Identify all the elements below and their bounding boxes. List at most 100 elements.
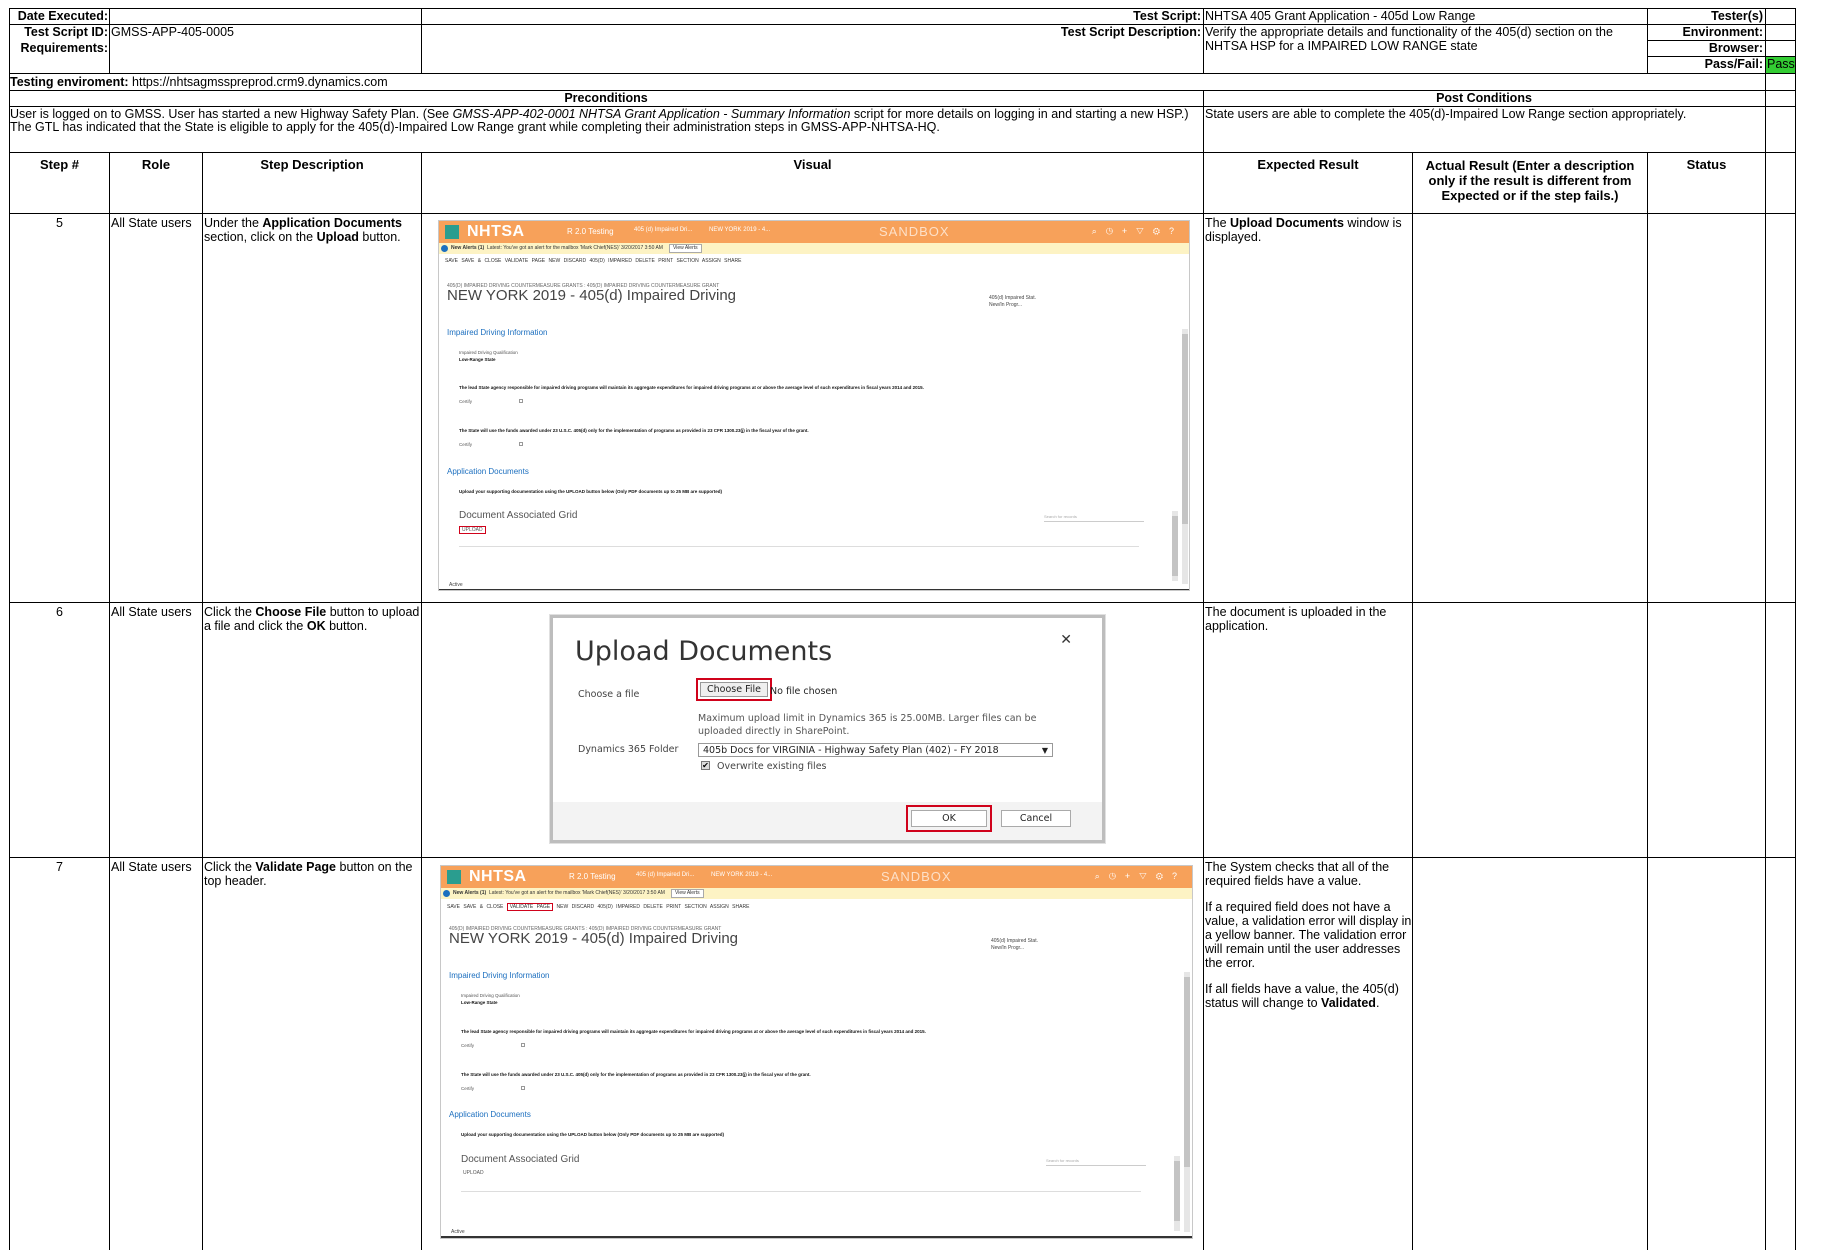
status-side: 405(d) Impaired Stat. New/In Progr...	[991, 938, 1038, 952]
cmd-validate: VALIDATE PAGE	[504, 258, 546, 264]
form-title: NEW YORK 2019 - 405(d) Impaired Driving	[447, 287, 736, 304]
grid-search: Search for records	[1044, 514, 1144, 522]
status-side: 405(d) Impaired Stat. New/In Progr...	[989, 295, 1036, 309]
dropdown-arrow-icon: ▼	[1041, 746, 1048, 755]
col-step-description: Step Description	[260, 158, 364, 172]
command-bar: SAVE SAVE & CLOSE VALIDATE PAGE NEW DISC…	[439, 255, 1189, 267]
choose-file-label: Choose a file	[578, 689, 640, 700]
step-number: 7	[56, 860, 63, 874]
bottom-rule	[441, 1236, 1192, 1238]
step-description: Under the Application Documents section,…	[204, 216, 420, 244]
cmd-share: SHARE	[724, 258, 742, 264]
cmd-print: PRINT SECTION	[658, 258, 699, 264]
exp-text: .	[1375, 996, 1380, 1010]
folder-value: 405b Docs for VIRGINIA - Highway Safety …	[703, 745, 999, 756]
desc-text: Click the	[204, 605, 256, 619]
alert-bar: New Alerts (1) Latest: You've got an ale…	[439, 243, 1189, 254]
grid-title: Document Associated Grid	[461, 1154, 580, 1165]
desc-text: button.	[358, 230, 401, 244]
testing-environment-label: Testing enviroment:	[10, 75, 129, 89]
close-icon: ✕	[1060, 632, 1072, 648]
col-expected-result: Expected Result	[1257, 158, 1359, 172]
nhtsa-logo: NHTSA	[469, 868, 527, 885]
desc-text: Click the	[204, 860, 256, 874]
folder-select: 405b Docs for VIRGINIA - Highway Safety …	[698, 743, 1053, 757]
upload-note: Upload your supporting documentation usi…	[459, 489, 722, 494]
bottom-rule	[439, 589, 1189, 590]
cmd-save-close: SAVE & CLOSE	[461, 258, 502, 264]
testing-environment: Testing enviroment: https://nhtsagmsspre…	[10, 75, 1200, 89]
crm-form-screenshot-validate: NHTSA R 2.0 Testing 405 (d) Impaired Dri…	[440, 865, 1193, 1239]
certify-checkbox	[519, 399, 523, 403]
grid-line	[459, 546, 1139, 547]
step-description: Click the Choose File button to upload a…	[204, 605, 420, 633]
desc-text: Under the	[204, 216, 263, 230]
certify-label: Certify	[461, 1086, 475, 1091]
toolbar-icons: ⌕◷+▽⚙?	[1094, 871, 1186, 881]
alert-text: Latest: You've got an alert for the mail…	[486, 245, 663, 251]
crm-top-bar: NHTSA R 2.0 Testing 405 (d) Impaired Dri…	[439, 221, 1189, 243]
statement-1: The lead State agency responsible for im…	[461, 1029, 926, 1034]
test-script-description-value: Verify the appropriate details and funct…	[1205, 25, 1613, 53]
overwrite-checkbox: ✔	[701, 761, 710, 770]
statement-2: The State will use the funds awarded und…	[461, 1072, 811, 1077]
certify-label: Certify	[461, 1043, 475, 1048]
info-icon	[443, 890, 450, 897]
side-value: New/In Progr...	[991, 945, 1025, 951]
side-label: 405(d) Impaired Stat.	[991, 938, 1038, 944]
status-active: Active	[449, 582, 463, 588]
app-grid-icon	[445, 225, 459, 239]
cmd-new: NEW	[548, 258, 561, 264]
desc-text: button.	[325, 619, 368, 633]
cmd-save: SAVE	[447, 904, 460, 910]
test-script-value: NHTSA 405 Grant Application - 405d Low R…	[1205, 9, 1476, 23]
ok-button: OK	[911, 810, 987, 827]
step-number: 6	[56, 605, 63, 619]
post-condition-text: State users are able to complete the 405…	[1205, 108, 1687, 121]
certify-label: Certify	[459, 442, 473, 447]
alert-label: New Alerts (1)	[453, 890, 487, 896]
qualification-value: Low-Range State	[461, 1000, 498, 1005]
sandbox-label: SANDBOX	[881, 869, 952, 884]
nav-405: 405 (d) Impaired Dri...	[634, 227, 693, 233]
cmd-share: SHARE	[732, 904, 750, 910]
grid-scrollbar	[1172, 511, 1178, 581]
cancel-button: Cancel	[1001, 810, 1071, 827]
test-script-id-label: Test Script ID:	[24, 25, 108, 39]
nav-ny: NEW YORK 2019 - 4...	[711, 872, 773, 878]
exp-paragraph-3: If all fields have a value, the 405(d) s…	[1205, 982, 1412, 1010]
crm-form-screenshot: NHTSA R 2.0 Testing 405 (d) Impaired Dri…	[438, 220, 1190, 591]
sandbox-label: SANDBOX	[879, 224, 950, 239]
exp-text: The	[1205, 216, 1231, 230]
desc-bold: Application Documents	[262, 216, 402, 230]
view-alerts-button: View Alerts	[670, 889, 704, 898]
cmd-save-close: SAVE & CLOSE	[463, 904, 504, 910]
grid-scrollbar	[1174, 1156, 1180, 1231]
col-actual-result: Actual Result (Enter a description only …	[1425, 158, 1635, 203]
info-icon	[441, 245, 448, 252]
requirements-label: Requirements:	[20, 41, 108, 55]
post-conditions-title: Post Conditions	[1436, 91, 1532, 105]
app-grid-icon	[447, 870, 461, 884]
exp-paragraph-1: The System checks that all of the requir…	[1205, 860, 1390, 888]
nav-r20: R 2.0 Testing	[569, 872, 616, 881]
pass-fail-value: Pass	[1766, 57, 1795, 73]
choose-file-button: Choose File	[700, 682, 768, 697]
section-impaired-driving: Impaired Driving Information	[449, 971, 550, 980]
cmd-new: NEW	[556, 904, 569, 910]
certify-checkbox	[519, 442, 523, 446]
grid-line	[461, 1191, 1141, 1192]
col-status: Status	[1686, 158, 1727, 172]
cmd-assign: ASSIGN	[701, 258, 721, 264]
test-script-label: Test Script:	[1133, 9, 1201, 23]
side-value: New/In Progr...	[989, 302, 1023, 308]
desc-bold: Choose File	[255, 605, 327, 619]
form-title: NEW YORK 2019 - 405(d) Impaired Driving	[449, 930, 738, 947]
cmd-validate-highlighted: VALIDATE PAGE	[506, 903, 554, 911]
exp-paragraph-2: If a required field does not have a valu…	[1205, 900, 1412, 970]
expected-result: The Upload Documents window is displayed…	[1205, 216, 1410, 244]
nhtsa-logo: NHTSA	[467, 223, 525, 240]
step-description: Click the Validate Page button on the to…	[204, 860, 420, 888]
alert-bar: New Alerts (1) Latest: You've got an ale…	[441, 888, 1192, 899]
cmd-discard: DISCARD 405(D) IMPAIRED	[563, 258, 632, 264]
